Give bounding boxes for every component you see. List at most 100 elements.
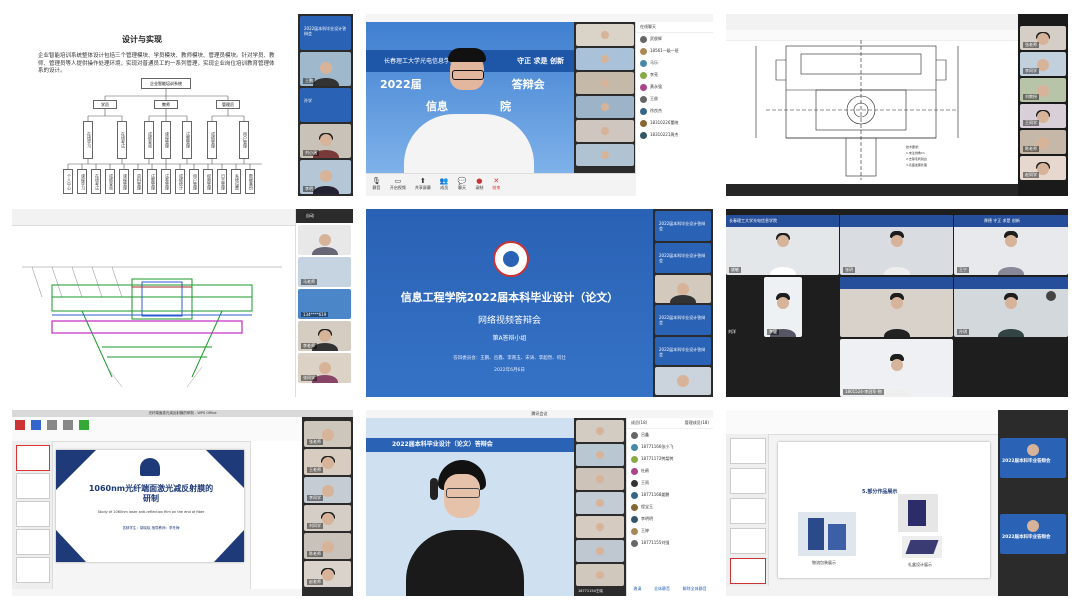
chat-item[interactable]: 徐良杰: [636, 105, 713, 117]
participant-video[interactable]: [576, 516, 624, 538]
video-strip[interactable]: [574, 418, 626, 596]
slide-thumbnails[interactable]: [726, 434, 769, 586]
participant-video[interactable]: 马老师: [298, 257, 351, 287]
file-icon[interactable]: [15, 420, 25, 430]
slide-thumbnail[interactable]: [16, 473, 50, 499]
member-item[interactable]: 吕鑫: [627, 429, 713, 441]
cad-canvas[interactable]: [12, 227, 295, 393]
participant-video[interactable]: [655, 275, 711, 303]
chat-panel[interactable]: 在线聊天 武俊辉 18561一级一班 马乐 李亮 黄永强 王俊 徐良杰 1831…: [635, 22, 713, 196]
participant-video[interactable]: 王鹏: [300, 52, 351, 86]
participant-video[interactable]: 刘同学: [304, 505, 351, 531]
video-button[interactable]: ▭ 开启视频: [390, 177, 406, 191]
participant-video[interactable]: 赵老师: [304, 561, 351, 587]
participant-video[interactable]: 陈老师: [304, 533, 351, 559]
slide-thumbnail[interactable]: [16, 557, 50, 583]
mic-icon[interactable]: [1046, 291, 1056, 301]
chat-item[interactable]: 武俊辉: [636, 33, 713, 45]
undo-icon[interactable]: [47, 420, 57, 430]
slide-canvas[interactable]: 5.部分作品展示 物流包装展示 礼盒设计展示: [778, 442, 990, 578]
slide-thumbnail[interactable]: [16, 529, 50, 555]
participant-video[interactable]: [576, 144, 634, 166]
record-button[interactable]: ● 录制: [475, 177, 483, 191]
participant-video[interactable]: 赵同学: [1020, 156, 1066, 180]
member-item[interactable]: 18771168姜鹏: [627, 489, 713, 501]
participant-card[interactable]: 2022届本科毕业设计答辩会: [655, 337, 711, 365]
chat-item[interactable]: 黄永强: [636, 81, 713, 93]
cad-canvas[interactable]: 技术要求： 1.未注倒角C1 2.去除毛刺锐边 3.表面发黑处理: [726, 40, 1018, 186]
member-item[interactable]: 18771155刘强: [627, 537, 713, 549]
participant-card[interactable]: 孙学: [300, 88, 351, 122]
mute-button[interactable]: 🎙 静音: [372, 177, 381, 191]
participant-video[interactable]: 2022届本科毕业答辩会: [1000, 514, 1066, 554]
participant-video[interactable]: 134****619: [298, 289, 351, 319]
meeting-toolbar[interactable]: [726, 184, 1018, 196]
properties-panel[interactable]: [250, 441, 303, 589]
member-item[interactable]: 18771166张小飞: [627, 441, 713, 453]
participant-video[interactable]: 2022届本科毕业答辩会: [1000, 438, 1066, 478]
share-screen-button[interactable]: ⬆ 共享屏幕: [415, 177, 431, 191]
participant-video[interactable]: 厚德 守正 求是 创新 王宁: [954, 215, 1068, 275]
wps-ribbon[interactable]: [12, 417, 302, 442]
participant-video[interactable]: 李健: [764, 277, 802, 337]
members-button[interactable]: 👥 成员: [440, 177, 449, 191]
slide-canvas[interactable]: 1060nm光纤端面激光减反射膜的研制 Study of 1060nm lase…: [56, 450, 244, 562]
slide-thumbnails[interactable]: [12, 441, 53, 589]
slide-thumbnail[interactable]: [730, 498, 766, 524]
manage-members-link[interactable]: 管理成员(18): [685, 418, 709, 428]
insert-icon[interactable]: [79, 420, 89, 430]
participant-video[interactable]: 王老师: [304, 449, 351, 475]
participant-video[interactable]: [576, 492, 624, 514]
participant-video[interactable]: 长春理工大学光电信息学院 姚敏: [726, 215, 839, 275]
save-icon[interactable]: [31, 420, 41, 430]
participant-video[interactable]: 张玥: [840, 215, 953, 275]
chat-item[interactable]: 李亮: [636, 69, 713, 81]
slide-thumbnail[interactable]: [730, 468, 766, 494]
participant-video[interactable]: [576, 48, 634, 70]
cad-toolbar[interactable]: [12, 209, 295, 226]
participant-video[interactable]: 张老师: [1020, 26, 1066, 50]
mute-all-button[interactable]: 全体静音: [654, 586, 670, 592]
participant-video[interactable]: 孙琪: [954, 277, 1068, 337]
participant-panel[interactable]: 张老师 王老师 李同学 刘同学 陈老师 赵老师: [302, 417, 353, 596]
slide-thumbnail[interactable]: [16, 501, 50, 527]
chat-item[interactable]: 马乐: [636, 57, 713, 69]
slide-thumbnail[interactable]: [16, 445, 50, 471]
member-item[interactable]: 李明明: [627, 513, 713, 525]
participant-card[interactable]: 2022届本科毕业设计答辩会: [655, 243, 711, 273]
participant-video[interactable]: [576, 120, 634, 142]
participant-video[interactable]: [576, 420, 624, 442]
slide-thumbnail[interactable]: [730, 528, 766, 554]
participant-panel[interactable]: 2022届本科毕业设计答辩会 王鹏 孙学 刘小涵 李明: [298, 14, 353, 196]
slide-thumbnail[interactable]: [730, 438, 766, 464]
participant-video[interactable]: [576, 444, 624, 466]
participant-video[interactable]: 李同学: [1020, 52, 1066, 76]
participant-video[interactable]: [298, 225, 351, 255]
invite-button[interactable]: 邀请: [633, 586, 641, 592]
participant-video[interactable]: [576, 564, 624, 586]
participant-video[interactable]: 王同学: [1020, 104, 1066, 128]
participant-video[interactable]: 刘小涵: [300, 124, 351, 158]
participant-video[interactable]: 陈老师: [1020, 130, 1066, 154]
member-item[interactable]: 王雨: [627, 477, 713, 489]
chat-item[interactable]: 18561一级一班: [636, 45, 713, 57]
main-video[interactable]: 2022届本科毕业设计（论文）答辩会: [366, 418, 574, 596]
participant-panel[interactable]: 2022届本科毕业答辩会 2022届本科毕业答辩会: [998, 410, 1068, 596]
participant-video[interactable]: 李老师: [298, 321, 351, 351]
chat-item[interactable]: 18310221周杰: [636, 129, 713, 141]
participant-video[interactable]: [576, 72, 634, 94]
participant-video[interactable]: 李同学: [304, 477, 351, 503]
cad-toolbar[interactable]: [726, 14, 1018, 31]
participant-video[interactable]: [655, 367, 711, 395]
participant-card[interactable]: 2022届本科毕业设计答辩会: [655, 211, 711, 241]
member-item[interactable]: 程宝玉: [627, 501, 713, 513]
member-panel[interactable]: 成员(18) 管理成员(18) 吕鑫 18771166张小飞 18771172鸭梨…: [626, 418, 713, 596]
end-meeting-button[interactable]: ✕ 结束: [492, 177, 500, 191]
chat-button[interactable]: 💬 聊天: [458, 177, 467, 191]
participant-panel[interactable]: 2022届本科毕业设计答辩会 2022届本科毕业设计答辩会 2022届本科毕业设…: [653, 209, 713, 397]
slide-thumbnail[interactable]: [730, 558, 766, 584]
redo-icon[interactable]: [63, 420, 73, 430]
participant-panel[interactable]: 张老师 李同学 刘教授 王同学 陈老师 赵同学: [1018, 14, 1068, 196]
participant-video[interactable]: [840, 277, 953, 337]
participant-card[interactable]: 2022届本科毕业设计答辩会: [655, 305, 711, 335]
